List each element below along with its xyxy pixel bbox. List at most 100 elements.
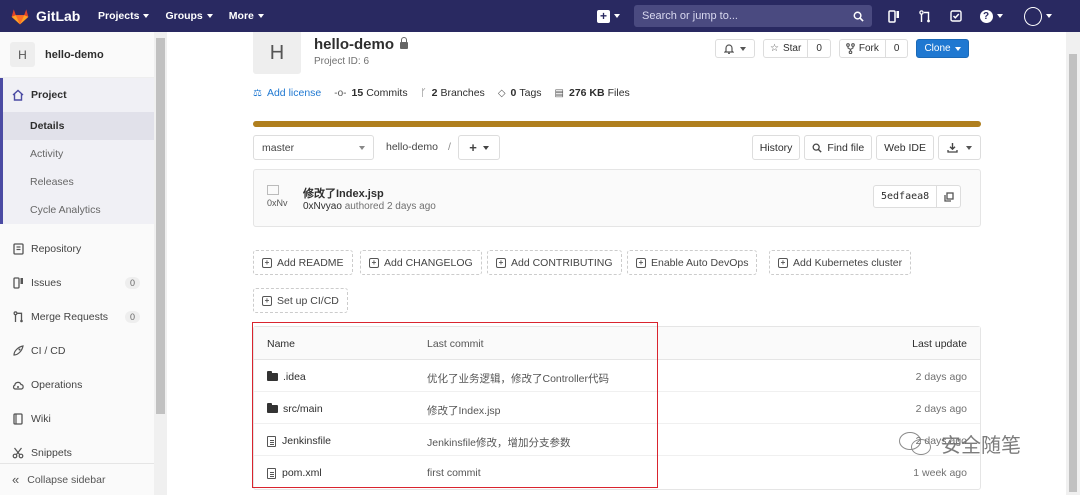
download-dropdown-button[interactable] xyxy=(938,135,981,160)
tree-item-link[interactable]: .idea xyxy=(267,371,306,383)
sidebar-item-issues[interactable]: Issues 0 xyxy=(0,266,154,300)
add-changelog-button[interactable]: + Add CHANGELOG xyxy=(360,250,482,275)
repository-languages-bar[interactable] xyxy=(253,121,981,127)
wiki-icon xyxy=(12,413,24,425)
sidebar-item-operations[interactable]: Operations xyxy=(0,368,154,402)
fork-count[interactable]: 0 xyxy=(885,39,909,58)
file-icon xyxy=(267,467,276,479)
sidebar-item-label: CI / CD xyxy=(31,345,66,357)
nav-groups[interactable]: Groups xyxy=(165,10,213,22)
breadcrumb-root[interactable]: hello-demo xyxy=(386,141,438,153)
set-up-ci-cd-button[interactable]: + Set up CI/CD xyxy=(253,288,348,313)
sidebar-sub-label: Cycle Analytics xyxy=(30,204,101,216)
branches-count: 2 xyxy=(431,87,438,99)
history-button[interactable]: History xyxy=(751,135,801,160)
sidebar-scrollbar-thumb[interactable] xyxy=(156,38,165,414)
copy-sha-button[interactable] xyxy=(937,185,962,208)
sidebar-item-repository[interactable]: Repository xyxy=(0,232,154,266)
add-license-link[interactable]: ⚖ Add license xyxy=(253,87,321,99)
help-icon[interactable]: ? xyxy=(979,8,1003,24)
fork-button[interactable]: Fork xyxy=(838,39,886,58)
book-icon xyxy=(12,243,24,255)
fork-icon xyxy=(846,43,855,54)
brand-name: GitLab xyxy=(36,8,81,24)
sidebar-item-ci-cd[interactable]: CI / CD xyxy=(0,334,154,368)
files-link[interactable]: ▤ 276 KB Files xyxy=(555,87,630,99)
nav-more[interactable]: More xyxy=(229,10,264,22)
tree-item-commit-link[interactable]: first commit xyxy=(427,467,481,479)
sidebar-sub-cycle-analytics[interactable]: Cycle Analytics xyxy=(0,196,154,224)
branches-link[interactable]: ᚴ 2 Branches xyxy=(421,87,485,99)
search-icon xyxy=(812,143,823,153)
tree-item-link[interactable]: Jenkinsfile xyxy=(267,435,331,447)
commits-link[interactable]: -o- 15 Commits xyxy=(334,87,407,99)
user-menu[interactable] xyxy=(1018,6,1052,26)
tree-item-name: pom.xml xyxy=(282,467,322,479)
add-contributing-button[interactable]: + Add CONTRIBUTING xyxy=(487,250,622,275)
language-bar-segment[interactable] xyxy=(253,121,981,127)
sidebar-sub-activity[interactable]: Activity xyxy=(0,140,154,168)
web-ide-button[interactable]: Web IDE xyxy=(876,135,934,160)
sidebar-project-header[interactable]: H hello-demo xyxy=(0,32,154,78)
sidebar-sub-details[interactable]: Details xyxy=(0,112,154,140)
project-actions: ☆ Star 0 Fork 0 Clone xyxy=(715,39,969,58)
todo-icon[interactable] xyxy=(948,8,964,24)
enable-auto-devops-button[interactable]: + Enable Auto DevOps xyxy=(627,250,758,275)
commit-author-link[interactable]: 0xNvyao xyxy=(303,201,342,212)
tree-item-link[interactable]: src/main xyxy=(267,403,323,415)
commit-author-avatar[interactable]: 0xNv xyxy=(267,185,297,213)
page-scrollbar[interactable] xyxy=(1066,32,1080,495)
star-count[interactable]: 0 xyxy=(808,39,831,58)
commit-sha-link[interactable]: 5edfaea8 xyxy=(873,185,938,208)
tags-link[interactable]: ◇ 0 Tags xyxy=(498,87,542,99)
collapse-sidebar-button[interactable]: « Collapse sidebar xyxy=(0,463,154,495)
page-scrollbar-thumb[interactable] xyxy=(1069,54,1077,492)
sidebar-sub-releases[interactable]: Releases xyxy=(0,168,154,196)
tree-item-updated: 2 days ago xyxy=(915,403,967,415)
tree-item-name: src/main xyxy=(283,403,323,415)
tree-item-commit-link[interactable]: 优化了业务逻辑，修改了Controller代码 xyxy=(427,371,609,386)
table-row[interactable]: pom.xml first commit 1 week ago xyxy=(254,456,980,488)
tree-item-link[interactable]: pom.xml xyxy=(267,467,322,479)
project-name: hello-demo xyxy=(314,36,395,53)
table-row[interactable]: .idea 优化了业务逻辑，修改了Controller代码 2 days ago xyxy=(254,360,980,392)
nav-right: + Search or jump to... ? xyxy=(597,0,1067,32)
table-row[interactable]: src/main 修改了Index.jsp 2 days ago xyxy=(254,392,980,424)
notification-dropdown-button[interactable] xyxy=(715,39,755,58)
last-commit-panel: 0xNv 修改了Index.jsp 0xNvyao authored 2 day… xyxy=(253,169,981,227)
sidebar-item-label: Operations xyxy=(31,379,83,391)
tree-actions: History Find file Web IDE xyxy=(748,135,981,160)
commit-icon: -o- xyxy=(334,87,347,99)
tree-item-name: .idea xyxy=(283,371,306,383)
sidebar-item-merge-requests[interactable]: Merge Requests 0 xyxy=(0,300,154,334)
chevron-down-icon xyxy=(954,46,961,51)
copy-icon xyxy=(944,191,954,202)
branches-label: Branches xyxy=(440,87,485,99)
branch-select[interactable]: master xyxy=(253,135,374,160)
sidebar-item-project[interactable]: Project xyxy=(0,78,154,112)
star-button[interactable]: ☆ Star xyxy=(763,39,809,58)
sidebar-scrollbar[interactable] xyxy=(154,32,167,495)
plus-square-icon: + xyxy=(262,295,272,306)
find-file-button[interactable]: Find file xyxy=(804,135,873,160)
add-kubernetes-cluster-button[interactable]: + Add Kubernetes cluster xyxy=(769,250,912,275)
issues-icon[interactable] xyxy=(886,8,902,24)
nav-projects-label: Projects xyxy=(98,10,140,22)
add-to-tree-dropdown[interactable]: + xyxy=(458,135,500,160)
chevron-down-icon xyxy=(257,14,264,18)
merge-request-icon[interactable] xyxy=(917,8,933,24)
commit-title-link[interactable]: 修改了Index.jsp xyxy=(303,185,384,201)
sidebar-item-wiki[interactable]: Wiki xyxy=(0,402,154,436)
star-group: ☆ Star 0 xyxy=(763,39,831,58)
nav-projects[interactable]: Projects xyxy=(98,10,150,22)
add-readme-button[interactable]: + Add README xyxy=(253,250,353,275)
tree-item-commit-link[interactable]: 修改了Index.jsp xyxy=(427,403,501,418)
plus-square-icon: + xyxy=(636,257,646,268)
table-row[interactable]: Jenkinsfile Jenkinsfile修改，增加分支参数 2 days … xyxy=(254,424,980,456)
search-input[interactable]: Search or jump to... xyxy=(634,5,872,27)
gitlab-home-link[interactable]: GitLab xyxy=(10,6,92,26)
clone-dropdown-button[interactable]: Clone xyxy=(916,39,969,58)
tree-controls: master hello-demo / + History Find file … xyxy=(253,135,981,160)
tree-item-commit-link[interactable]: Jenkinsfile修改，增加分支参数 xyxy=(427,435,571,450)
new-dropdown-button[interactable]: + xyxy=(597,9,620,23)
